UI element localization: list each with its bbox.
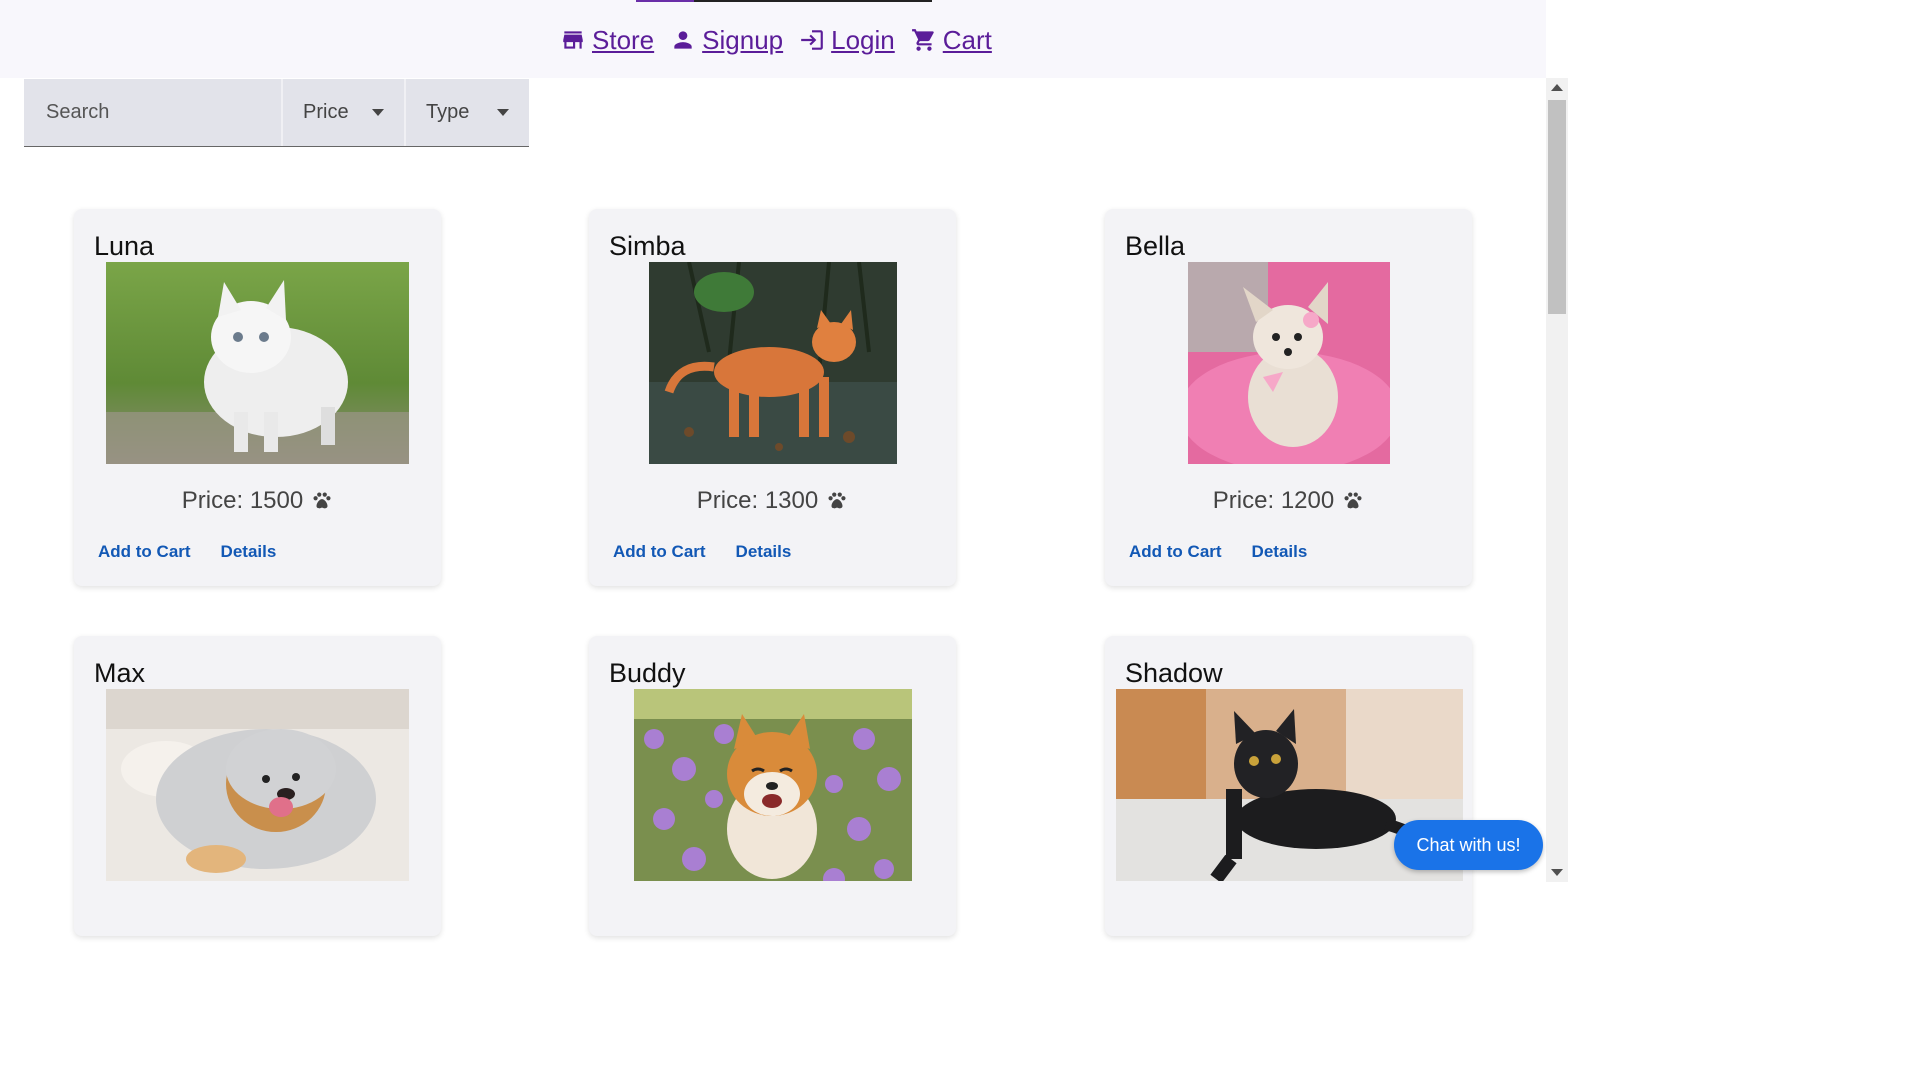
nav-cart-link[interactable]: Cart [911,25,992,56]
page-scrollbar[interactable] [1546,78,1568,882]
pet-image[interactable] [649,262,897,464]
card-actions: Add to Cart Details [98,542,276,562]
pet-name: Max [94,658,146,688]
pet-card: Max [74,636,441,936]
pet-price-text: Price: 1200 [1212,487,1335,514]
tab-indicator-accent [636,0,694,2]
top-nav: Store Signup Login Cart [0,0,1546,78]
pet-price-text: Price: 1500 [181,487,304,514]
paw-icon [313,492,331,509]
pet-name: Luna [94,231,155,261]
pet-card: Bella Price: 1200 Add to Cart Details [1105,209,1472,586]
nav-links: Store Signup Login Cart [560,20,992,60]
cart-icon [911,29,934,51]
nav-store-link[interactable]: Store [560,25,654,56]
scroll-up-icon[interactable] [1551,84,1563,91]
card-actions: Add to Cart Details [1129,542,1307,562]
card-actions: Add to Cart Details [613,542,791,562]
type-select[interactable]: Type [406,79,529,146]
chevron-down-icon [372,109,384,116]
chat-button[interactable]: Chat with us! [1394,820,1543,870]
details-button[interactable]: Details [736,542,792,562]
price-select-label: Price [303,101,349,123]
pet-name: Simba [609,231,686,261]
pet-price: Price: 1300 [589,487,956,515]
nav-signup-label: Signup [702,24,784,55]
pet-name: Buddy [609,658,686,688]
details-button[interactable]: Details [1252,542,1308,562]
pet-image[interactable] [106,689,409,881]
pet-image[interactable] [106,262,409,464]
pet-card: Simba Price: 1300 Add to Cart Details [589,209,956,586]
nav-signup-link[interactable]: Signup [670,25,783,56]
chevron-down-icon [497,109,509,116]
pet-price-text: Price: 1300 [696,487,819,514]
pet-name: Bella [1125,231,1186,261]
pet-card: Luna Price: 1500 Add to Cart Details [74,209,441,586]
white-cat-photo [106,262,409,464]
pet-card: Shadow [1105,636,1472,936]
login-icon [801,30,823,50]
nav-cart-label: Cart [942,24,992,55]
type-select-label: Type [426,101,470,123]
add-to-cart-button[interactable]: Add to Cart [98,542,191,562]
pet-image[interactable] [1188,262,1390,464]
search-input[interactable] [44,100,268,125]
nav-login-link[interactable]: Login [799,25,895,56]
price-select[interactable]: Price [283,79,406,146]
details-button[interactable]: Details [221,542,277,562]
shiba-inu-photo [634,689,912,881]
filter-bar: Price Type [24,79,529,147]
store-icon [563,31,583,49]
golden-retriever-photo [106,689,409,881]
pet-card: Buddy [589,636,956,936]
scroll-down-icon[interactable] [1551,869,1563,876]
nav-store-label: Store [592,24,655,55]
orange-cat-photo [649,262,897,464]
add-to-cart-button[interactable]: Add to Cart [1129,542,1222,562]
pet-price: Price: 1500 [74,487,441,515]
add-to-cart-button[interactable]: Add to Cart [613,542,706,562]
person-icon [674,31,692,49]
pet-price: Price: 1200 [1105,487,1472,515]
tab-indicator-line [694,0,932,2]
search-field [24,79,283,146]
paw-icon [828,492,846,509]
small-dog-photo [1188,262,1390,464]
nav-login-label: Login [831,24,895,55]
pet-name: Shadow [1125,658,1223,688]
scrollbar-thumb[interactable] [1548,100,1566,314]
pet-image[interactable] [634,689,912,881]
paw-icon [1344,492,1362,509]
